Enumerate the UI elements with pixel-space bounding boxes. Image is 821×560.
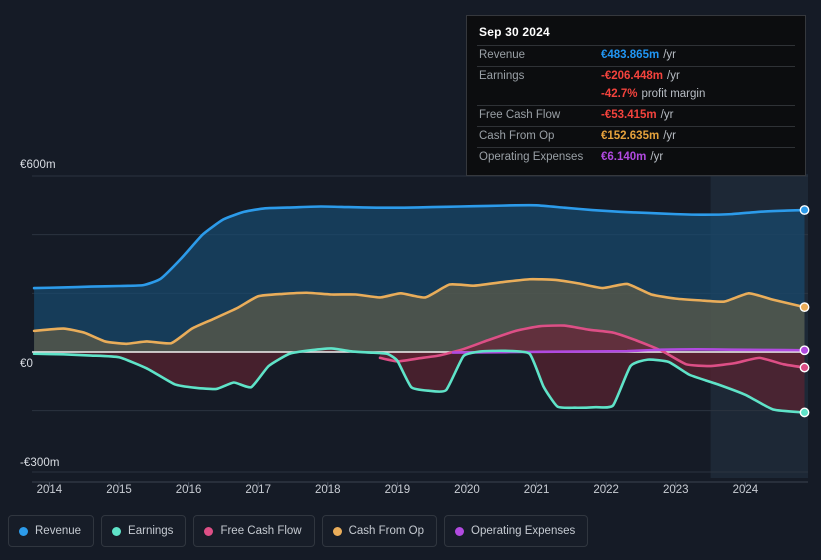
tooltip-row-value: -42.7%	[601, 88, 638, 100]
x-axis-tick-label: 2021	[523, 484, 550, 496]
x-axis-tick-label: 2017	[245, 484, 271, 496]
tooltip-date: Sep 30 2024	[479, 25, 550, 39]
tooltip-row-unit: /yr	[663, 130, 676, 142]
y-axis-label-zero: €0	[20, 358, 33, 370]
legend-item-label: Operating Expenses	[471, 525, 576, 537]
tooltip-row-value: €6.140m	[601, 151, 647, 163]
tooltip-row-value: -€206.448m	[601, 70, 664, 82]
tooltip-row: Earnings -€206.448m/yr	[477, 66, 795, 87]
legend-item-operating-expenses[interactable]: Operating Expenses	[444, 515, 589, 547]
tooltip-row-value-group: €483.865m/yr	[601, 49, 676, 61]
endpoint-marker-operating-expenses	[799, 345, 810, 356]
x-axis-tick-label: 2014	[36, 484, 63, 496]
tooltip-row-value-group: -€206.448m/yr	[601, 70, 680, 82]
x-axis-tick-label: 2016	[175, 484, 202, 496]
legend-item-cash-from-op[interactable]: Cash From Op	[321, 515, 438, 547]
tooltip-row-unit: /yr	[660, 109, 674, 121]
x-axis-tick-label: 2019	[384, 484, 411, 496]
tooltip-row-unit: /yr	[667, 70, 680, 82]
tooltip-row-label: Revenue	[479, 49, 526, 61]
legend-color-dot-icon	[204, 526, 214, 536]
series-areas	[34, 205, 805, 413]
x-axis-tick-label: 2018	[314, 484, 341, 496]
data-tooltip: Sep 30 2024 Revenue €483.865m/yr Earnings -…	[466, 15, 806, 176]
legend-item-label: Earnings	[128, 525, 174, 537]
legend-color-dot-icon	[112, 526, 122, 536]
tooltip-row-label: Operating Expenses	[479, 151, 584, 163]
tooltip-row-value: -€53.415m	[601, 109, 657, 121]
tooltip-row: Cash From Op €152.635m/yr	[477, 126, 795, 147]
y-axis-label-bottom: -€300m	[20, 457, 60, 469]
tooltip-row-value-group: €6.140m/yr	[601, 151, 663, 163]
tooltip-row-value-group: -42.7% profit margin	[601, 88, 705, 100]
chart-legend[interactable]: Revenue Earnings Free Cash Flow Cash From O…	[8, 515, 589, 547]
tooltip-row: Operating Expenses €6.140m/yr	[477, 147, 795, 168]
x-axis-tick-label: 2023	[662, 484, 689, 496]
tooltip-row-value-group: -€53.415m/yr	[601, 109, 673, 121]
x-axis: 2014 2015 2016 2017 2018 2019 2020 2021 2022 2023…	[0, 484, 821, 504]
tooltip-row-unit: profit margin	[641, 88, 706, 100]
legend-item-label: Free Cash Flow	[220, 525, 302, 537]
endpoint-marker-earnings	[799, 407, 810, 418]
y-axis-label-top: €600m	[20, 159, 56, 171]
financial-chart-page: €600m €0 -€300m 2014 2015 2016 2017 2018 2019…	[0, 0, 821, 560]
tooltip-row: -42.7% profit margin	[477, 87, 795, 105]
legend-item-label: Cash From Op	[348, 525, 425, 537]
x-axis-tick-label: 2024	[732, 484, 759, 496]
tooltip-row-unit: /yr	[650, 151, 664, 163]
legend-item-revenue[interactable]: Revenue	[8, 515, 95, 547]
tooltip-row-label: Free Cash Flow	[479, 109, 561, 121]
endpoint-marker-free-cash-flow	[799, 362, 810, 373]
x-axis-tick-label: 2020	[454, 484, 480, 496]
legend-item-earnings[interactable]: Earnings	[101, 515, 187, 547]
tooltip-row-label: Earnings	[479, 70, 525, 82]
tooltip-row-value: €152.635m	[601, 130, 660, 142]
x-axis-tick-label: 2015	[106, 484, 132, 496]
legend-item-free-cash-flow[interactable]: Free Cash Flow	[193, 515, 315, 547]
tooltip-row: Revenue €483.865m/yr	[477, 45, 795, 66]
tooltip-row-unit: /yr	[663, 49, 676, 61]
x-axis-tick-label: 2022	[593, 484, 619, 496]
endpoint-marker-cash-from-op	[799, 302, 810, 313]
legend-color-dot-icon	[19, 526, 28, 536]
tooltip-row: Free Cash Flow -€53.415m/yr	[477, 105, 795, 126]
tooltip-rows: Revenue €483.865m/yr Earnings -€206.448m/yr…	[477, 45, 795, 168]
legend-color-dot-icon	[332, 526, 342, 536]
tooltip-row-label: Cash From Op	[479, 130, 555, 142]
endpoint-marker-revenue	[799, 205, 810, 215]
legend-item-label: Revenue	[35, 525, 82, 537]
tooltip-row-value-group: €152.635m/yr	[601, 130, 676, 142]
tooltip-row-value: €483.865m	[601, 49, 660, 61]
legend-color-dot-icon	[455, 526, 465, 536]
